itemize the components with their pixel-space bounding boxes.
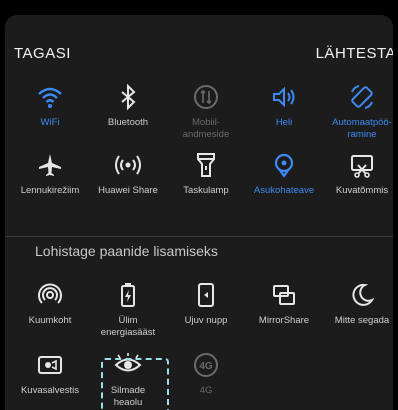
tile-label: Mobiil- andmeside	[182, 117, 230, 140]
tile-dnd[interactable]: Mitte segada	[323, 281, 393, 345]
tile-label: Kuvasalvestis	[20, 385, 80, 396]
tile-label: Ujuv nupp	[184, 315, 228, 326]
tile-4g[interactable]: 4G 4G	[167, 351, 245, 410]
section-divider	[5, 236, 393, 237]
hotspot-icon	[36, 281, 64, 309]
screen-record-icon	[36, 351, 64, 379]
tile-label: 4G	[199, 385, 213, 396]
tile-label: Taskulamp	[183, 185, 229, 196]
tile-label: Kuvatõmmis	[335, 185, 389, 196]
tile-screen-record[interactable]: Kuvasalvestis	[11, 351, 89, 410]
quick-settings-edit-panel: TAGASI LÄHTESTA WiFi Bluetooth Mobiil- and…	[5, 15, 393, 410]
huawei-share-icon	[114, 151, 142, 179]
tile-label: Ülim energiasääst	[100, 315, 156, 338]
tile-sound[interactable]: Heli	[245, 83, 323, 147]
tile-airplane[interactable]: Lennukirežiim	[11, 151, 89, 215]
speaker-icon	[270, 83, 298, 111]
tile-floating-dock[interactable]: Ujuv nupp	[167, 281, 245, 345]
back-button[interactable]: TAGASI	[14, 45, 71, 62]
tile-ultra-power[interactable]: Ülim energiasääst	[89, 281, 167, 345]
tile-label: Kuumkoht	[28, 315, 72, 326]
tile-label: Lennukirežiim	[20, 185, 80, 196]
bluetooth-icon	[114, 83, 142, 111]
reset-button[interactable]: LÄHTESTA	[316, 45, 393, 62]
tile-auto-rotate[interactable]: Automaatpöö- ramine	[323, 83, 393, 147]
tile-hotspot[interactable]: Kuumkoht	[11, 281, 89, 345]
battery-saver-icon	[114, 281, 142, 309]
mirrorshare-icon	[270, 281, 298, 309]
tile-mirrorshare[interactable]: MirrorShare	[245, 281, 323, 345]
floating-button-icon	[192, 281, 220, 309]
tile-label: MirrorShare	[258, 315, 310, 326]
svg-text:4G: 4G	[199, 361, 213, 372]
tile-location[interactable]: Asukohateave	[245, 151, 323, 215]
location-icon	[270, 151, 298, 179]
tile-screenshot[interactable]: Kuvatõmmis	[323, 151, 393, 215]
tile-huawei-share[interactable]: Huawei Share	[89, 151, 167, 215]
flashlight-icon	[192, 151, 220, 179]
screenshot-icon	[348, 151, 376, 179]
drag-selection-outline	[101, 358, 169, 410]
rotate-icon	[348, 83, 376, 111]
mobile-data-icon	[192, 83, 220, 111]
tile-label: Heli	[275, 117, 293, 128]
tile-label: WiFi	[40, 117, 60, 128]
airplane-icon	[36, 151, 64, 179]
tile-wifi[interactable]: WiFi	[11, 83, 89, 147]
edit-header: TAGASI LÄHTESTA	[5, 15, 393, 75]
tile-label: Huawei Share	[98, 185, 158, 196]
tile-bluetooth[interactable]: Bluetooth	[89, 83, 167, 147]
tile-label: Mitte segada	[334, 315, 390, 326]
4g-icon: 4G	[192, 351, 220, 379]
tile-flashlight[interactable]: Taskulamp	[167, 151, 245, 215]
tile-label: Bluetooth	[107, 117, 149, 128]
tile-label: Automaatpöö- ramine	[332, 117, 392, 140]
drag-hint: Lohistage paanide lisamiseks	[35, 243, 218, 259]
moon-icon	[348, 281, 376, 309]
tile-label: Asukohateave	[253, 185, 315, 196]
tile-mobile-data[interactable]: Mobiil- andmeside	[167, 83, 245, 147]
wifi-icon	[36, 83, 64, 111]
